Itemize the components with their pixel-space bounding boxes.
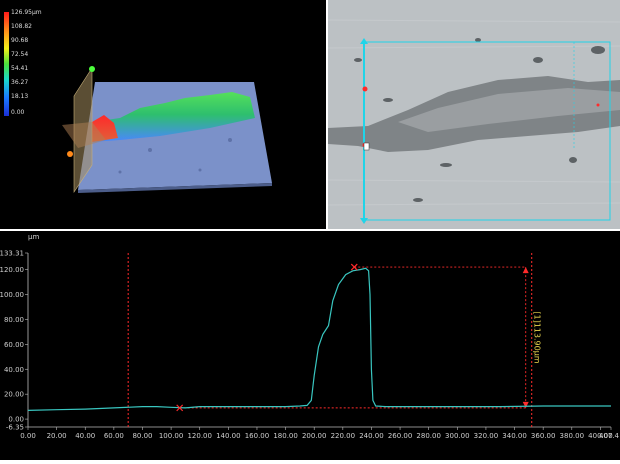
profile-chart[interactable]: μm 133.31 120.00 100.00 80.00 60.00 40.00 20.0… <box>0 231 620 460</box>
section-handle-top[interactable] <box>89 66 95 72</box>
scale-label: 18.13 <box>11 93 29 100</box>
x-tick-label: 140.00 <box>216 432 241 440</box>
profile-chart-canvas: μm 133.31120.00100.0080.0060.0040.0020.0… <box>0 233 620 440</box>
x-tick-label: 0.00 <box>20 432 36 440</box>
height-color-scale <box>4 12 9 116</box>
x-tick-label: 260.00 <box>388 432 413 440</box>
marker-point <box>362 86 368 92</box>
scale-label: 36.27 <box>11 79 29 86</box>
y-tick-label: 120.00 <box>0 266 24 274</box>
y-tick-label: 80.00 <box>4 316 24 324</box>
optical-image-view[interactable] <box>327 0 620 229</box>
marker-cross[interactable] <box>350 263 358 271</box>
y-tick-label: 20.00 <box>4 391 24 399</box>
x-tick-label: 220.00 <box>331 432 356 440</box>
marker-label-box <box>363 142 370 151</box>
y-axis-unit: μm <box>28 233 39 241</box>
scale-label: 90.68 <box>11 37 29 44</box>
x-tick-label: 240.00 <box>359 432 384 440</box>
y-tick-label: 100.00 <box>0 291 24 299</box>
scale-label: 0.00 <box>11 109 25 116</box>
x-tick-label: 40.00 <box>75 432 95 440</box>
y-tick-label: 60.00 <box>4 341 24 349</box>
x-tick-label: 160.00 <box>245 432 270 440</box>
scale-label: 54.41 <box>11 65 29 72</box>
x-tick-label: 100.00 <box>159 432 184 440</box>
measurement-label: [1]113.90μm <box>533 311 542 363</box>
y-tick-label: -6.35 <box>6 424 24 432</box>
measure-arrow-top <box>522 267 529 274</box>
scale-label: 126.95μm <box>11 9 42 16</box>
x-tick-label: 380.00 <box>560 432 585 440</box>
x-tick-label: 120.00 <box>187 432 212 440</box>
scale-label: 108.82 <box>11 23 32 30</box>
height-map-canvas <box>4 12 272 193</box>
x-tick-label: 340.00 <box>502 432 527 440</box>
optical-image-canvas <box>327 0 620 229</box>
measure-arrow-bottom <box>522 401 529 408</box>
x-tick-label: 280.00 <box>416 432 441 440</box>
x-tick-label: 300.00 <box>445 432 470 440</box>
x-tick-label: 320.00 <box>474 432 499 440</box>
y-tick-label: 0.00 <box>8 416 24 424</box>
x-tick-label: 180.00 <box>273 432 298 440</box>
x-tick-label: 407.4 <box>599 432 620 440</box>
section-handle-side[interactable] <box>67 151 73 157</box>
profile-series-line <box>27 267 611 411</box>
x-tick-label: 360.00 <box>531 432 556 440</box>
y-tick-label: 133.31 <box>0 250 24 258</box>
x-tick-label: 20.00 <box>47 432 67 440</box>
scale-label: 72.54 <box>11 51 29 58</box>
x-tick-label: 60.00 <box>104 432 124 440</box>
x-tick-label: 80.00 <box>132 432 152 440</box>
y-tick-label: 40.00 <box>4 366 24 374</box>
height-map-3d-view[interactable]: 126.95μm 108.82 90.68 72.54 54.41 36.27 … <box>0 0 326 229</box>
x-tick-label: 200.00 <box>302 432 327 440</box>
